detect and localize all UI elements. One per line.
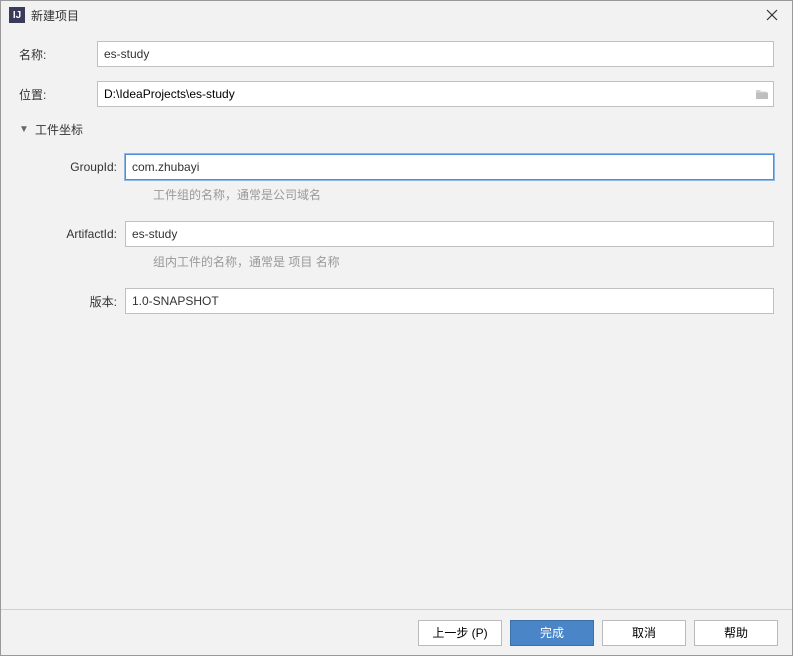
groupid-label: GroupId: [47, 160, 125, 174]
artifactid-row: ArtifactId: [47, 221, 774, 247]
window-title: 新建项目 [31, 7, 760, 24]
version-label: 版本: [47, 293, 125, 310]
content-area: 名称: 位置: ▼ 工件坐标 GroupId: 工件组的名称，通常是公司域名 A… [1, 29, 792, 314]
location-input[interactable] [98, 82, 751, 106]
section-title: 工件坐标 [35, 121, 83, 138]
folder-icon [755, 89, 769, 100]
artifact-section-toggle[interactable]: ▼ 工件坐标 [19, 121, 774, 138]
help-button[interactable]: 帮助 [694, 620, 778, 646]
version-row: 版本: [47, 288, 774, 314]
artifact-section: GroupId: 工件组的名称，通常是公司域名 ArtifactId: 组内工件… [19, 154, 774, 314]
close-icon [766, 9, 778, 21]
version-input[interactable] [125, 288, 774, 314]
location-input-wrapper [97, 81, 774, 107]
location-row: 位置: [19, 81, 774, 107]
cancel-button[interactable]: 取消 [602, 620, 686, 646]
artifactid-input[interactable] [125, 221, 774, 247]
artifactid-label: ArtifactId: [47, 227, 125, 241]
close-button[interactable] [760, 5, 784, 25]
name-label: 名称: [19, 46, 97, 63]
groupid-input[interactable] [125, 154, 774, 180]
button-bar: 上一步 (P) 完成 取消 帮助 [1, 609, 792, 655]
name-input[interactable] [97, 41, 774, 67]
chevron-down-icon: ▼ [19, 124, 33, 135]
location-label: 位置: [19, 86, 97, 103]
app-icon: IJ [9, 7, 25, 23]
finish-button[interactable]: 完成 [510, 620, 594, 646]
previous-button[interactable]: 上一步 (P) [418, 620, 502, 646]
groupid-hint: 工件组的名称，通常是公司域名 [47, 186, 774, 203]
artifactid-hint: 组内工件的名称，通常是 项目 名称 [47, 253, 774, 270]
titlebar: IJ 新建项目 [1, 1, 792, 29]
browse-folder-button[interactable] [751, 89, 773, 100]
groupid-row: GroupId: [47, 154, 774, 180]
name-row: 名称: [19, 41, 774, 67]
